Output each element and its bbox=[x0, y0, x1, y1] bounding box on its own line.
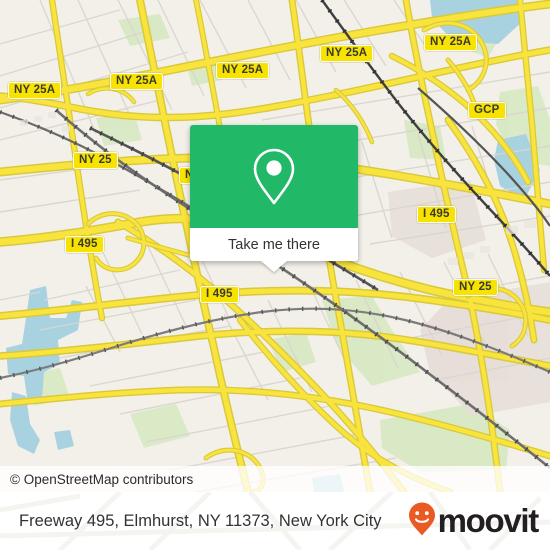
map-pin-icon bbox=[250, 147, 298, 207]
address-label: Freeway 495, Elmhurst, NY 11373, New Yor… bbox=[19, 511, 382, 530]
osm-attribution-bar: © OpenStreetMap contributors bbox=[0, 466, 550, 492]
popup-pointer-tail bbox=[261, 261, 287, 272]
take-me-there-label: Take me there bbox=[228, 236, 320, 253]
road-shield-ny25a-4: NY 25A bbox=[320, 45, 374, 62]
bottom-info-bar: Freeway 495, Elmhurst, NY 11373, New Yor… bbox=[0, 492, 550, 550]
road-shield-ny25a-5: NY 25A bbox=[424, 34, 478, 51]
road-shield-gcp: GCP bbox=[468, 102, 506, 119]
road-shield-i495-3: I 495 bbox=[200, 286, 239, 303]
take-me-there-button[interactable]: Take me there bbox=[190, 228, 358, 272]
road-shield-i495-1: I 495 bbox=[417, 206, 456, 223]
osm-attribution-text: © OpenStreetMap contributors bbox=[10, 471, 194, 487]
moovit-pin-icon bbox=[407, 501, 437, 542]
road-shield-ny25a-1: NY 25A bbox=[8, 82, 62, 99]
moovit-wordmark: moovit bbox=[437, 502, 540, 539]
road-shield-ny25-3: NY 25 bbox=[453, 279, 498, 296]
popup-header bbox=[190, 125, 358, 228]
road-shield-ny25-1: NY 25 bbox=[73, 152, 118, 169]
location-popup-card[interactable]: Take me there bbox=[190, 125, 358, 272]
road-shield-ny25a-3: NY 25A bbox=[216, 62, 270, 79]
map-screenshot: NY 25A NY 25A NY 25A NY 25A NY 25A GCP N… bbox=[0, 0, 550, 550]
road-shield-i495-2: I 495 bbox=[65, 236, 104, 253]
road-shield-ny25a-2: NY 25A bbox=[110, 73, 164, 90]
moovit-logo[interactable]: moovit bbox=[407, 501, 550, 542]
